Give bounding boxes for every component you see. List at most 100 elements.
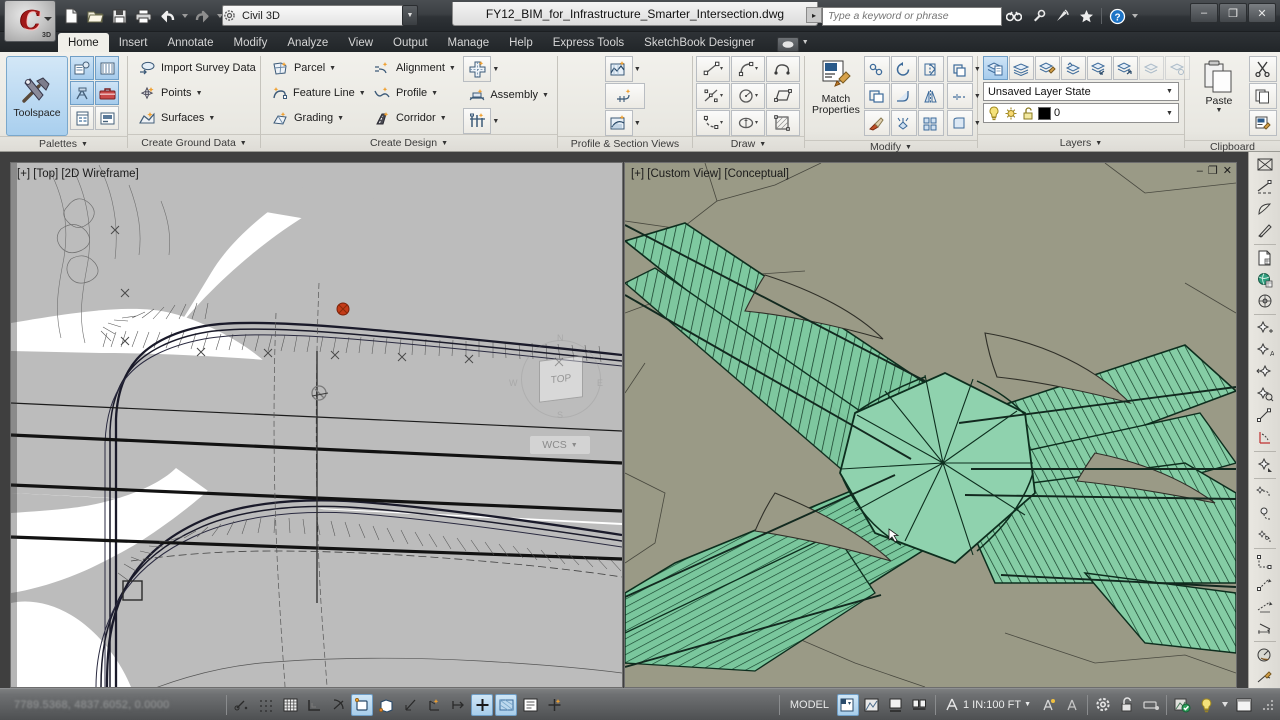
panel-title-profile-section-views[interactable]: Profile & Section Views (558, 136, 692, 151)
survey-palette-icon[interactable] (70, 81, 94, 105)
chevron-down-icon[interactable] (1219, 694, 1231, 716)
drawing-area[interactable]: [+] [Top] [2D Wireframe] N W E S TOP WCS… (0, 152, 1280, 688)
resize-grip-icon[interactable] (1257, 694, 1279, 716)
panel-title-layers[interactable]: Layers ▼ (978, 134, 1184, 151)
mirror-button[interactable] (918, 83, 944, 109)
inquiry-tool-icon[interactable] (95, 106, 119, 130)
chevron-down-icon[interactable]: ▼ (542, 92, 549, 99)
rotate-button[interactable] (891, 56, 917, 82)
minimum-distance-icon[interactable] (1252, 644, 1278, 666)
infer-constraints-icon[interactable] (231, 694, 253, 716)
viewport-close-button[interactable]: ✕ (1223, 166, 1232, 177)
hardware-acceleration-icon[interactable] (1140, 694, 1162, 716)
copy-clip-button[interactable] (1249, 83, 1277, 109)
toolbar-lock-icon[interactable] (1116, 694, 1138, 716)
tab-sketchbook-designer[interactable]: SketchBook Designer (634, 33, 765, 52)
tab-home[interactable]: Home (58, 33, 109, 52)
line-button[interactable] (696, 56, 730, 82)
viewport-visual-style-icon[interactable] (1252, 198, 1278, 220)
offset-button[interactable] (947, 56, 973, 82)
undo-icon[interactable] (156, 6, 179, 27)
document-menu-button[interactable]: ▸ (806, 7, 822, 23)
tool-palettes-icon[interactable] (95, 56, 119, 80)
minimize-button[interactable]: – (1190, 3, 1218, 23)
volume-dashboard-icon[interactable] (1252, 617, 1278, 639)
viewport-left-label[interactable]: [+] [Top] [2D Wireframe] (17, 168, 139, 180)
line-between-points-icon[interactable] (1252, 666, 1278, 688)
save-icon[interactable] (108, 6, 131, 27)
viewport-clip-icon[interactable] (1252, 176, 1278, 198)
corridor-button[interactable]: Corridor ▼ (369, 106, 463, 130)
chevron-down-icon[interactable]: ▼ (449, 65, 456, 72)
chevron-down-icon[interactable]: ▼ (1024, 701, 1031, 708)
object-snap-icon[interactable] (351, 694, 373, 716)
layer-lock-icon[interactable] (1021, 106, 1035, 121)
sample-lines-button[interactable] (605, 83, 645, 109)
paste-button[interactable]: Paste ▼ (1193, 56, 1245, 140)
chevron-down-icon[interactable]: ▼ (337, 115, 344, 122)
layer-previous-button[interactable] (1087, 56, 1112, 80)
help-icon[interactable]: ? (1105, 6, 1129, 26)
chevron-down-icon[interactable]: ▼ (1166, 110, 1178, 117)
array-button[interactable] (918, 110, 944, 136)
layer-freeze-icon[interactable] (1004, 106, 1018, 121)
match-properties-clip-button[interactable] (1249, 110, 1277, 136)
dynamic-input-icon[interactable] (471, 694, 493, 716)
pipe-network-button[interactable] (463, 108, 491, 134)
circle-button[interactable] (731, 83, 765, 109)
stretch-button[interactable] (947, 83, 973, 109)
annotation-visibility-icon[interactable] (1037, 694, 1059, 716)
tab-modify[interactable]: Modify (224, 33, 278, 52)
viewport-right-label[interactable]: [+] [Custom View] [Conceptual] (631, 168, 789, 180)
point-query-icon[interactable] (1252, 405, 1278, 427)
layer-state-combobox[interactable]: Unsaved Layer State ▼ (983, 82, 1179, 101)
panel-title-palettes[interactable]: Palettes ▼ (0, 136, 127, 151)
quick-view-drawings-icon[interactable] (861, 694, 883, 716)
spline-button[interactable] (696, 110, 730, 136)
tab-insert[interactable]: Insert (109, 33, 158, 52)
polar-tracking-icon[interactable] (327, 694, 349, 716)
chevron-down-icon[interactable]: ▼ (208, 115, 215, 122)
snap-mode-icon[interactable] (255, 694, 277, 716)
redo-icon[interactable] (191, 6, 214, 27)
viewport-restore-button[interactable]: ❐ (1208, 166, 1218, 177)
chevron-down-icon[interactable]: ▼ (492, 118, 499, 125)
create-sheet-icon[interactable] (1252, 247, 1278, 269)
grid-display-icon[interactable] (279, 694, 301, 716)
layer-unisolate-button[interactable] (1061, 56, 1086, 80)
tab-express-tools[interactable]: Express Tools (543, 33, 634, 52)
clean-screen-icon[interactable] (1233, 694, 1255, 716)
point-edit-icon[interactable] (1252, 383, 1278, 405)
chevron-down-icon[interactable]: ▼ (492, 66, 499, 73)
new-icon[interactable] (60, 6, 83, 27)
search-input-wrap[interactable] (822, 7, 1002, 26)
layer-make-current-button[interactable] (1113, 56, 1138, 80)
chevron-down-icon[interactable]: ▼ (634, 66, 641, 73)
parcel-layout-icon[interactable] (1252, 427, 1278, 449)
annotation-scale-selector[interactable]: 1 IN:100 FT ▼ (939, 697, 1036, 713)
layer-on-off-icon[interactable] (987, 106, 1001, 121)
ellipse-button[interactable] (731, 110, 765, 136)
explode-button[interactable] (891, 110, 917, 136)
panel-title-create-ground-data[interactable]: Create Ground Data ▼ (128, 134, 260, 151)
transparency-icon[interactable] (519, 694, 541, 716)
close-button[interactable]: ✕ (1248, 3, 1276, 23)
toolbox-palette-icon[interactable] (95, 81, 119, 105)
scale-button[interactable] (947, 110, 973, 136)
copy-button[interactable] (864, 83, 890, 109)
feature-line-button[interactable]: Feature Line ▼ (267, 81, 369, 105)
import-survey-data-button[interactable]: Import Survey Data (134, 56, 261, 80)
layer-color-swatch[interactable] (1038, 107, 1051, 120)
survey-database-icon[interactable] (1252, 551, 1278, 573)
arc-button[interactable] (731, 56, 765, 82)
panel-title-create-design[interactable]: Create Design ▼ (261, 134, 557, 151)
rectangle-button[interactable] (766, 83, 800, 109)
status-bar-lightbulb-icon[interactable] (1195, 694, 1217, 716)
parcel-button[interactable]: Parcel ▼ (267, 56, 369, 80)
layer-properties-button[interactable] (983, 56, 1008, 80)
parcel-union-icon[interactable] (1252, 454, 1278, 476)
geographic-location-icon[interactable] (1252, 269, 1278, 291)
point-move-icon[interactable] (1252, 361, 1278, 383)
3d-object-snap-icon[interactable] (375, 694, 397, 716)
fillet-button[interactable] (891, 83, 917, 109)
